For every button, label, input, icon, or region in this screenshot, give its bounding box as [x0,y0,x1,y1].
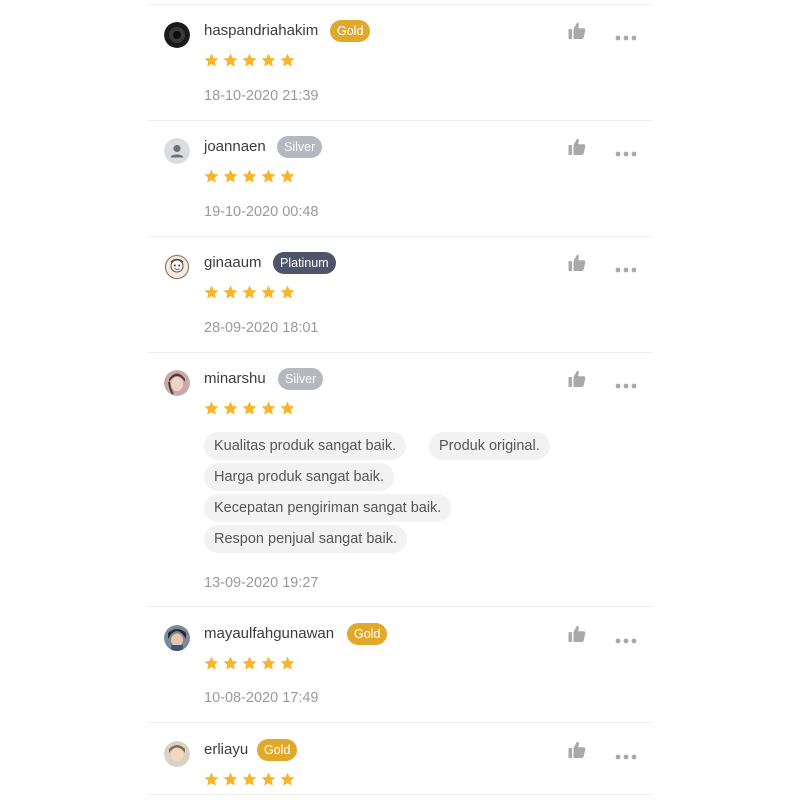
avatar[interactable] [164,741,190,767]
star-icon [260,168,277,186]
review-date: 10-08-2020 17:49 [204,690,319,706]
star-icon [241,168,258,186]
username[interactable]: haspandriahakim [204,22,318,40]
star-icon [203,771,220,789]
star-icon [203,284,220,302]
star-rating [203,771,296,789]
star-icon [222,284,239,302]
avatar[interactable] [164,22,190,48]
star-icon [222,52,239,70]
star-icon [203,655,220,673]
more-options-icon[interactable] [615,747,637,760]
platinum-badge: Platinum [273,252,336,274]
more-options-icon[interactable] [615,144,637,157]
thumbs-up-icon[interactable] [567,369,587,389]
star-rating [203,284,296,302]
default-user-icon[interactable] [164,138,190,164]
star-icon [241,400,258,418]
divider [148,236,652,237]
username[interactable]: ginaaum [204,254,262,272]
star-icon [260,771,277,789]
star-icon [260,400,277,418]
gold-badge: Gold [347,623,388,645]
review-list: haspandriahakim Gold 18-10-2020 21:39 jo… [148,0,652,800]
star-icon [279,52,296,70]
thumbs-up-icon[interactable] [567,21,587,41]
review-date: 19-10-2020 00:48 [204,204,319,220]
review-tag: Kecepatan pengiriman sangat baik. [204,494,452,522]
star-icon [222,168,239,186]
divider [148,352,652,353]
divider [148,606,652,607]
star-icon [279,655,296,673]
star-icon [260,52,277,70]
star-icon [279,168,296,186]
star-rating [203,400,296,418]
thumbs-up-icon[interactable] [567,624,587,644]
avatar[interactable] [164,254,190,280]
star-rating [203,655,296,673]
more-options-icon[interactable] [615,631,637,644]
star-icon [203,52,220,70]
avatar[interactable] [164,625,190,651]
review-tag: Respon penjual sangat baik. [204,525,407,553]
star-icon [279,284,296,302]
star-icon [241,52,258,70]
review-tag: Harga produk sangat baik. [204,463,395,491]
more-options-icon[interactable] [615,28,637,41]
username[interactable]: erliayu [204,741,248,759]
thumbs-up-icon[interactable] [567,137,587,157]
silver-badge: Silver [278,368,324,390]
username[interactable]: joannaen [204,138,266,156]
gold-badge: Gold [330,20,371,42]
star-icon [279,771,296,789]
username[interactable]: mayaulfahgunawan [204,625,334,643]
more-options-icon[interactable] [615,376,637,389]
silver-badge: Silver [277,136,323,158]
star-rating [203,168,296,186]
username[interactable]: minarshu [204,370,266,388]
star-icon [279,400,296,418]
star-icon [222,771,239,789]
divider [148,4,652,5]
star-icon [203,400,220,418]
star-icon [260,655,277,673]
thumbs-up-icon[interactable] [567,740,587,760]
divider [148,794,652,795]
star-icon [260,284,277,302]
star-icon [222,400,239,418]
star-icon [222,655,239,673]
star-icon [241,284,258,302]
star-icon [203,168,220,186]
review-date: 28-09-2020 18:01 [204,320,319,336]
gold-badge: Gold [257,739,298,761]
star-rating [203,52,296,70]
review-date: 18-10-2020 21:39 [204,88,319,104]
star-icon [241,771,258,789]
review-date: 13-09-2020 19:27 [204,575,319,591]
avatar[interactable] [164,370,190,396]
thumbs-up-icon[interactable] [567,253,587,273]
review-tag: Produk original. [429,432,550,460]
divider [148,120,652,121]
review-tag: Kualitas produk sangat baik. [204,432,407,460]
more-options-icon[interactable] [615,260,637,273]
star-icon [241,655,258,673]
divider [148,722,652,723]
